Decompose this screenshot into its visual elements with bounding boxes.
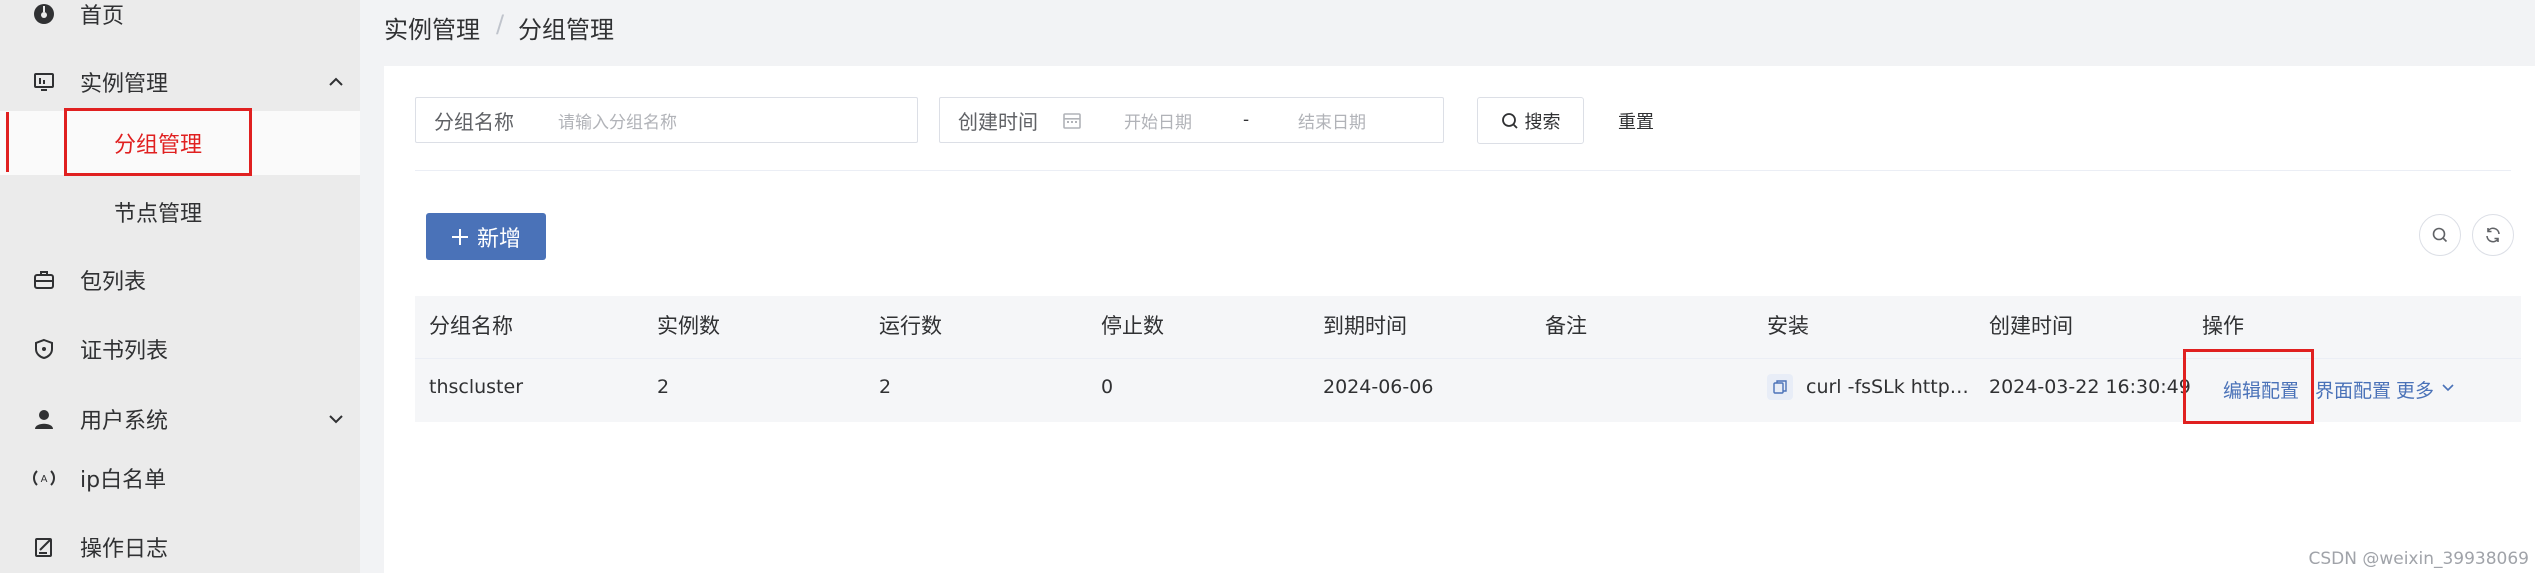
chevron-up-icon [329, 77, 343, 86]
breadcrumb-current: 分组管理 [518, 16, 614, 44]
refresh-button[interactable] [2472, 214, 2514, 256]
sidebar-item-user-system[interactable]: 用户系统 [0, 387, 360, 451]
end-date-input[interactable]: 结束日期 [1298, 108, 1366, 133]
sidebar-item-label: 用户系统 [80, 409, 169, 434]
sidebar-item-ip-whitelist[interactable]: A ip白名单 [0, 446, 360, 510]
sidebar-item-node-management[interactable]: 节点管理 [0, 180, 360, 244]
cell-stopped: 0 [1101, 376, 1114, 398]
active-indicator [6, 112, 9, 172]
divider [415, 170, 2511, 171]
chevron-down-icon[interactable] [2440, 379, 2456, 395]
sidebar-item-label: 操作日志 [80, 537, 169, 562]
created-time-filter[interactable]: 创建时间 开始日期 - 结束日期 [939, 97, 1444, 143]
column-header: 到期时间 [1323, 314, 1407, 338]
sidebar-item-label: 节点管理 [114, 202, 203, 227]
sidebar: 首页 实例管理 分组管理 节点管理 包列表 证书列表 用户系统 A ip白名单 … [0, 0, 360, 573]
search-button[interactable]: 搜索 [1477, 97, 1584, 144]
column-header: 停止数 [1101, 314, 1164, 338]
search-button-label: 搜索 [1524, 111, 1561, 133]
reset-button-label: 重置 [1618, 111, 1654, 133]
cell-install-command: curl -fsSLk http… [1806, 376, 1969, 398]
column-header: 运行数 [879, 314, 942, 338]
cell-created: 2024-03-22 16:30:49 [1989, 376, 2191, 398]
cell-instances: 2 [657, 376, 670, 398]
created-time-label: 创建时间 [958, 109, 1038, 134]
highlight-box [2183, 349, 2314, 424]
sidebar-item-label: 首页 [80, 4, 125, 29]
column-header: 操作 [2202, 314, 2244, 338]
reset-button[interactable]: 重置 [1600, 97, 1672, 144]
broadcast-icon: A [32, 466, 56, 490]
sidebar-item-label: ip白名单 [80, 468, 167, 493]
breadcrumb-parent[interactable]: 实例管理 [384, 10, 480, 45]
watermark: CSDN @weixin_39938069 [2308, 549, 2529, 569]
dashboard-icon [32, 2, 56, 26]
search-icon [1501, 112, 1518, 129]
calendar-icon [1062, 110, 1082, 134]
column-header: 备注 [1545, 314, 1587, 338]
sidebar-item-label: 证书列表 [80, 339, 169, 364]
sidebar-item-label: 包列表 [80, 270, 147, 295]
column-header: 创建时间 [1989, 314, 2073, 338]
column-header: 安装 [1767, 314, 1809, 338]
ui-config-link[interactable]: 界面配置 [2315, 376, 2391, 403]
group-name-filter[interactable]: 分组名称 请输入分组名称 [415, 97, 918, 143]
cell-expire: 2024-06-06 [1323, 376, 1434, 398]
package-icon [32, 268, 56, 292]
breadcrumb-separator: / [496, 10, 505, 38]
sidebar-item-certificate-list[interactable]: 证书列表 [0, 317, 360, 381]
group-name-label: 分组名称 [434, 109, 514, 134]
sidebar-item-label: 实例管理 [80, 72, 169, 97]
sidebar-item-package-list[interactable]: 包列表 [0, 248, 360, 312]
column-header: 分组名称 [429, 314, 513, 338]
chevron-down-icon [329, 415, 343, 424]
sidebar-item-instance-management[interactable]: 实例管理 [0, 50, 360, 114]
more-dropdown[interactable]: 更多 [2396, 376, 2434, 403]
search-icon [2432, 227, 2448, 243]
svg-text:A: A [41, 474, 48, 485]
plus-icon [451, 228, 468, 245]
start-date-input[interactable]: 开始日期 [1124, 108, 1192, 133]
cell-group-name: thscluster [429, 376, 524, 398]
add-button-label: 新增 [476, 226, 521, 252]
monitor-icon [32, 70, 56, 94]
sidebar-item-operation-log[interactable]: 操作日志 [0, 515, 360, 573]
copy-icon[interactable] [1767, 374, 1793, 400]
cell-running: 2 [879, 376, 892, 398]
highlight-box [64, 108, 252, 176]
log-icon [32, 535, 56, 559]
shield-icon [32, 337, 56, 361]
column-header: 实例数 [657, 314, 720, 338]
date-range-separator: - [1243, 110, 1250, 130]
sidebar-item-home[interactable]: 首页 [0, 0, 360, 46]
user-icon [32, 407, 56, 431]
header: 实例管理 / 分组管理 [360, 0, 2535, 66]
refresh-icon [2486, 227, 2500, 243]
add-button[interactable]: 新增 [426, 213, 546, 260]
group-name-input[interactable]: 请输入分组名称 [558, 108, 677, 133]
toggle-search-button[interactable] [2419, 214, 2461, 256]
